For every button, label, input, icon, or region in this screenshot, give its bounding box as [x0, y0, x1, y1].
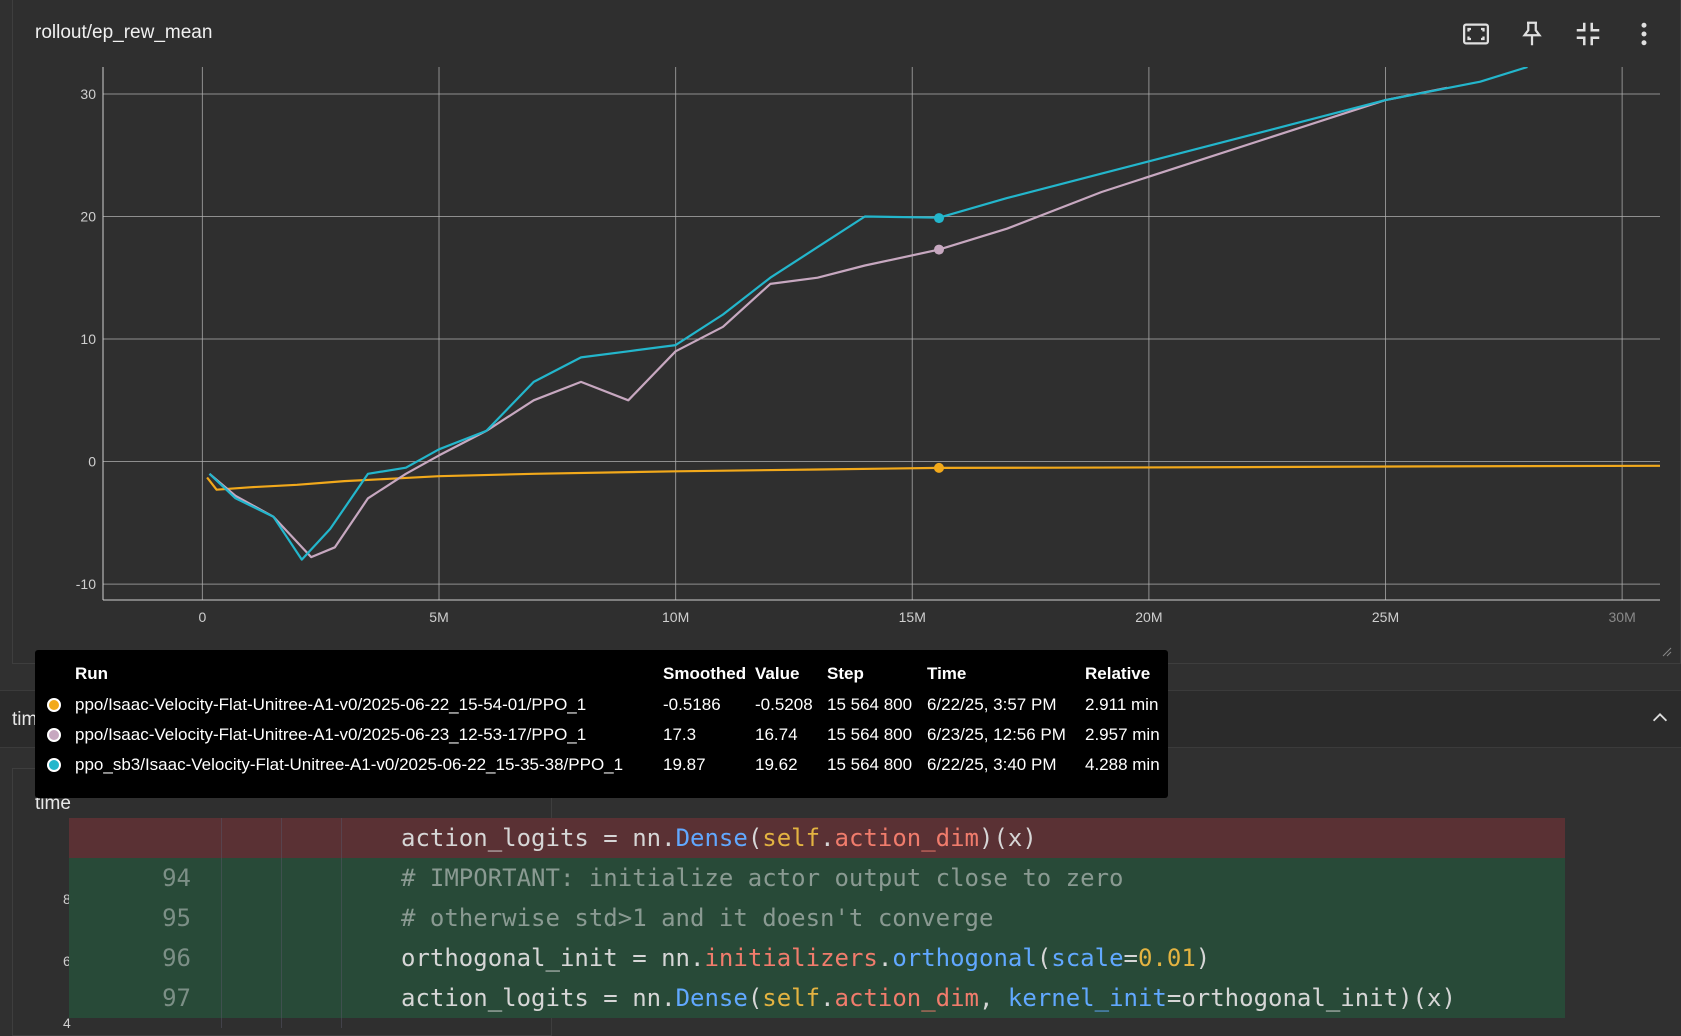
raw-value: -0.5208 — [755, 695, 813, 714]
run-color-dot — [47, 728, 61, 742]
run-color-dot — [47, 758, 61, 772]
hover-point-1 — [933, 244, 944, 255]
x-tick-label: 25M — [1372, 609, 1399, 625]
line-number: 96 — [162, 944, 191, 972]
code-line-removed: action_logits = nn.Dense(self.action_dim… — [69, 818, 1565, 858]
code-text: # otherwise std>1 and it doesn't converg… — [401, 904, 994, 932]
series-line-0 — [206, 464, 1660, 491]
series-line-1 — [208, 86, 1448, 559]
y-tick-label: 20 — [80, 208, 96, 224]
smoothed-value: 19.87 — [663, 755, 706, 774]
tooltip-table: Run Smoothed Value Step Time Relative pp… — [43, 660, 1164, 780]
hover-point-2 — [933, 213, 944, 224]
time-value: 6/22/25, 3:57 PM — [927, 695, 1057, 714]
x-tick-label: 0 — [198, 609, 206, 625]
line-number: 97 — [162, 984, 191, 1012]
x-tick-label: 20M — [1135, 609, 1162, 625]
run-color-dot — [47, 698, 61, 712]
code-line-added: 95 # otherwise std>1 and it doesn't conv… — [69, 898, 1565, 938]
smoothed-value: -0.5186 — [663, 695, 721, 714]
x-tick-label: 5M — [429, 609, 448, 625]
step-value: 15 564 800 — [827, 725, 913, 744]
table-row: ppo/Isaac-Velocity-Flat-Unitree-A1-v0/20… — [43, 690, 1164, 720]
header-relative: Relative — [1085, 664, 1151, 683]
chevron-up-icon[interactable] — [1649, 707, 1671, 729]
time-value: 6/23/25, 12:56 PM — [927, 725, 1066, 744]
table-row: ppo/Isaac-Velocity-Flat-Unitree-A1-v0/20… — [43, 720, 1164, 750]
code-text: # IMPORTANT: initialize actor output clo… — [401, 864, 1124, 892]
indent-guide — [221, 818, 222, 1028]
run-name: ppo/Isaac-Velocity-Flat-Unitree-A1-v0/20… — [75, 725, 587, 744]
y-tick-label: 30 — [80, 86, 96, 102]
raw-value: 19.62 — [755, 755, 798, 774]
relative-value: 2.911 min — [1085, 695, 1159, 714]
series-line-2 — [208, 67, 1528, 561]
run-color-cell — [43, 750, 71, 780]
code-line-added: 96 orthogonal_init = nn.initializers.ort… — [69, 938, 1565, 978]
line-chart[interactable]: 0 5M 10M 15M 20M 25M 30M -10 0 10 20 30 — [0, 0, 1681, 664]
relative-value: 2.957 min — [1085, 725, 1160, 744]
y-tick-label: -10 — [76, 576, 96, 592]
x-tick-label: 10M — [662, 609, 689, 625]
raw-value: 16.74 — [755, 725, 798, 744]
y-tick-label: 0 — [88, 454, 96, 470]
step-value: 15 564 800 — [827, 755, 913, 774]
run-name: ppo_sb3/Isaac-Velocity-Flat-Unitree-A1-v… — [75, 755, 624, 774]
indent-guide — [281, 818, 282, 1028]
x-tick-label: 30M — [1609, 609, 1636, 625]
code-text: action_logits = nn.Dense(self.action_dim… — [401, 824, 1037, 852]
hover-point-0 — [933, 462, 944, 473]
header-smoothed: Smoothed — [663, 664, 747, 683]
header-value: Value — [755, 664, 800, 683]
hover-tooltip: Run Smoothed Value Step Time Relative pp… — [35, 650, 1168, 798]
header-time: Time — [927, 664, 967, 683]
step-value: 15 564 800 — [827, 695, 913, 714]
smoothed-value: 17.3 — [663, 725, 697, 744]
run-color-cell — [43, 690, 71, 720]
y-tick-label: 10 — [80, 331, 96, 347]
line-number: 94 — [162, 864, 191, 892]
code-text: action_logits = nn.Dense(self.action_dim… — [401, 984, 1456, 1012]
time-value: 6/22/25, 3:40 PM — [927, 755, 1057, 774]
header-step: Step — [827, 664, 864, 683]
run-color-cell — [43, 720, 71, 750]
relative-value: 4.288 min — [1085, 755, 1160, 774]
indent-guide — [341, 818, 342, 1028]
dot-col-header — [43, 660, 71, 690]
line-number: 95 — [162, 904, 191, 932]
code-diff-overlay: action_logits = nn.Dense(self.action_dim… — [69, 818, 1565, 1028]
header-run: Run — [75, 664, 109, 683]
code-text: orthogonal_init = nn.initializers.orthog… — [401, 944, 1211, 972]
run-name: ppo/Isaac-Velocity-Flat-Unitree-A1-v0/20… — [75, 695, 587, 714]
x-tick-label: 15M — [899, 609, 926, 625]
section-label: tim — [12, 709, 38, 730]
code-line-added: 97 action_logits = nn.Dense(self.action_… — [69, 978, 1565, 1018]
code-line-added: 94 # IMPORTANT: initialize actor output … — [69, 858, 1565, 898]
table-row: ppo_sb3/Isaac-Velocity-Flat-Unitree-A1-v… — [43, 750, 1164, 780]
